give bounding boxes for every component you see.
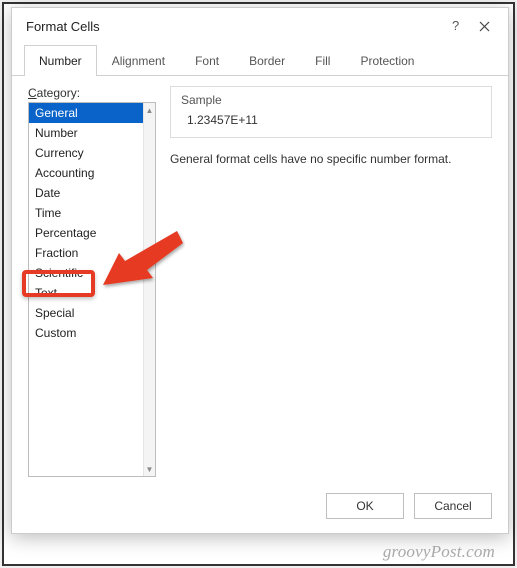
tab-number[interactable]: Number	[24, 45, 97, 76]
category-listbox[interactable]: General Number Currency Accounting Date …	[28, 102, 156, 477]
svg-text:?: ?	[452, 20, 459, 32]
list-item-currency[interactable]: Currency	[29, 143, 143, 163]
scroll-down-icon[interactable]: ▼	[144, 462, 156, 476]
help-icon[interactable]: ?	[442, 12, 470, 40]
list-item-fraction[interactable]: Fraction	[29, 243, 143, 263]
list-item-number[interactable]: Number	[29, 123, 143, 143]
ok-button[interactable]: OK	[326, 493, 404, 519]
list-item-scientific[interactable]: Scientific	[29, 263, 143, 283]
cancel-button[interactable]: Cancel	[414, 493, 492, 519]
dialog-buttons: OK Cancel	[12, 483, 508, 533]
tab-strip: Number Alignment Font Border Fill Protec…	[12, 44, 508, 76]
list-item-custom[interactable]: Custom	[29, 323, 143, 343]
tab-fill[interactable]: Fill	[300, 45, 345, 76]
tab-font[interactable]: Font	[180, 45, 234, 76]
format-description: General format cells have no specific nu…	[170, 152, 492, 166]
close-icon[interactable]	[470, 12, 498, 40]
list-item-percentage[interactable]: Percentage	[29, 223, 143, 243]
list-item-general[interactable]: General	[29, 103, 143, 123]
scroll-up-icon[interactable]: ▲	[144, 103, 156, 117]
watermark: groovyPost.com	[383, 542, 495, 562]
format-cells-dialog: Format Cells ? Number Alignment Font Bor…	[11, 7, 509, 534]
detail-column: Sample 1.23457E+11 General format cells …	[170, 86, 492, 477]
titlebar: Format Cells ?	[12, 8, 508, 44]
tab-alignment[interactable]: Alignment	[97, 45, 180, 76]
listbox-scrollbar[interactable]: ▲ ▼	[143, 103, 155, 476]
sample-label: Sample	[181, 93, 481, 107]
dialog-body: Category: General Number Currency Accoun…	[12, 76, 508, 483]
sample-value: 1.23457E+11	[181, 113, 481, 127]
sample-box: Sample 1.23457E+11	[170, 86, 492, 138]
list-item-accounting[interactable]: Accounting	[29, 163, 143, 183]
list-item-time[interactable]: Time	[29, 203, 143, 223]
dialog-title: Format Cells	[26, 19, 100, 34]
list-item-date[interactable]: Date	[29, 183, 143, 203]
list-item-text[interactable]: Text	[29, 283, 143, 303]
tab-border[interactable]: Border	[234, 45, 300, 76]
category-label: Category:	[28, 86, 156, 100]
tab-protection[interactable]: Protection	[345, 45, 429, 76]
category-column: Category: General Number Currency Accoun…	[28, 86, 156, 477]
list-item-special[interactable]: Special	[29, 303, 143, 323]
